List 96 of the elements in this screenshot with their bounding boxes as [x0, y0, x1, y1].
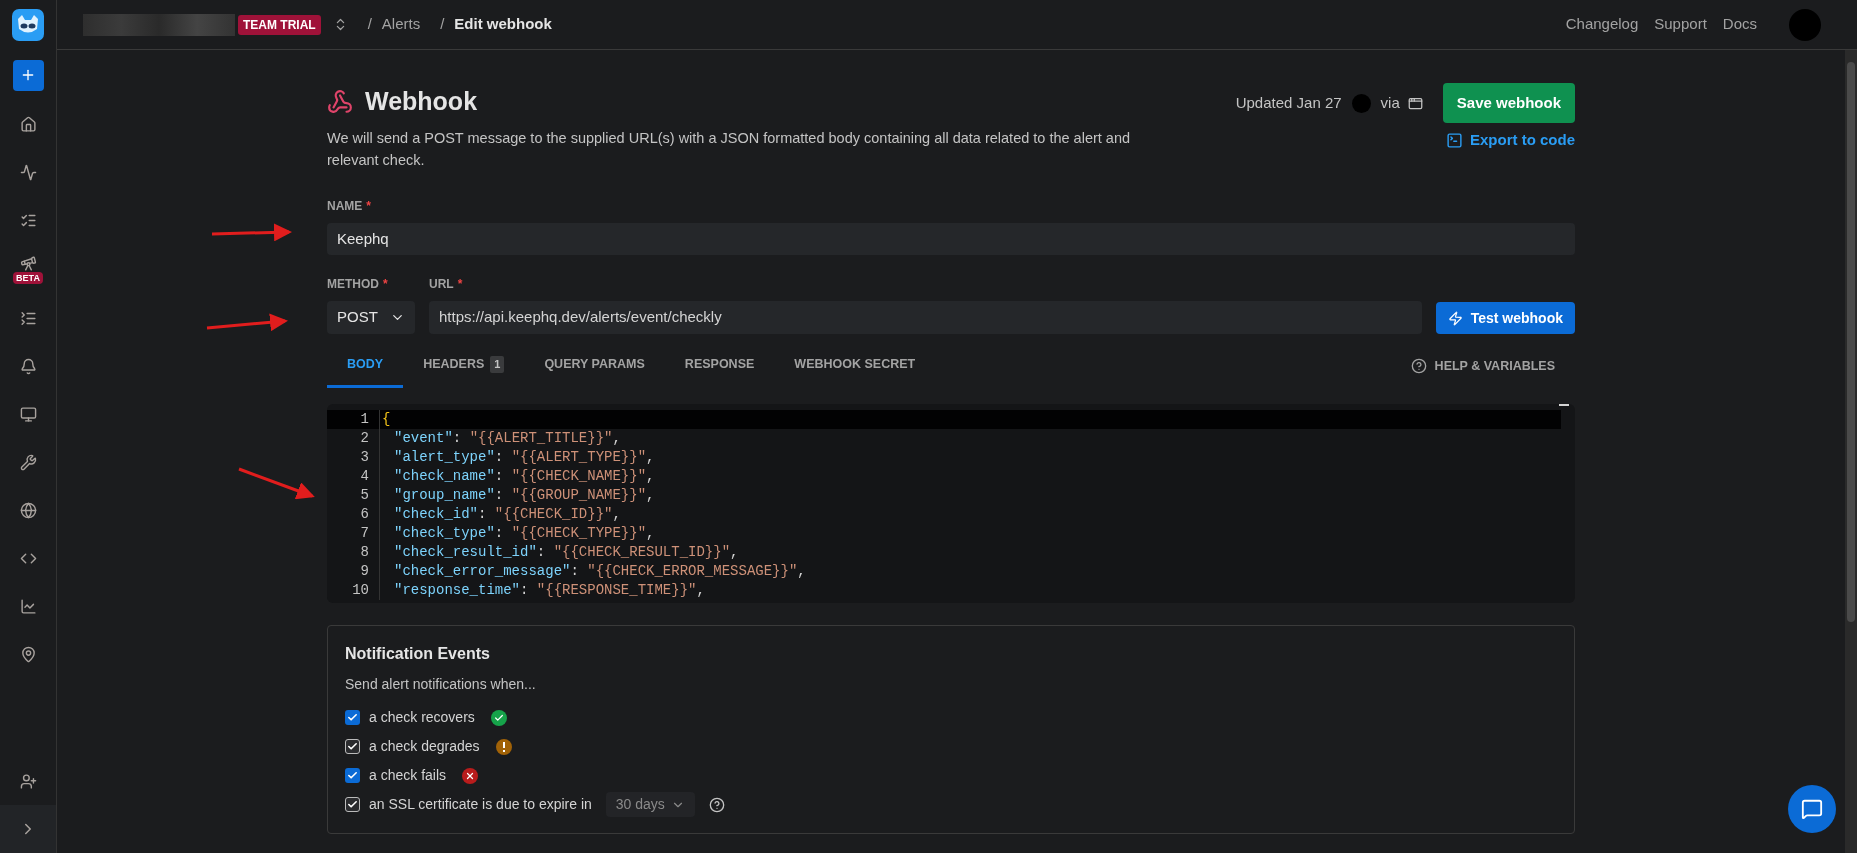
help-icon[interactable] — [708, 796, 725, 813]
export-link[interactable]: Export to code — [1446, 129, 1575, 152]
add-user-icon[interactable] — [19, 772, 37, 790]
check-icon — [347, 770, 358, 781]
line-number: 4 — [359, 467, 369, 486]
header-link[interactable]: Support — [1654, 13, 1707, 36]
monitor-icon[interactable] — [19, 405, 37, 423]
required-mark: * — [383, 276, 388, 293]
url-field[interactable]: https://api.keephq.dev/alerts/event/checkly — [429, 301, 1422, 334]
map-pin-icon[interactable] — [19, 645, 37, 663]
panel-subtitle: Send alert notifications when... — [345, 675, 537, 694]
webhook-icon — [327, 89, 353, 115]
field-label: NAME — [327, 198, 363, 215]
code-line: "check_name": "{{CHECK_NAME}}", — [394, 467, 655, 486]
browser-window-icon — [1407, 95, 1423, 111]
line-number: 1 — [359, 410, 369, 429]
field-label: URL — [429, 276, 454, 293]
help-link[interactable]: HELP & VARIABLES — [1410, 344, 1575, 388]
line-number: 10 — [351, 581, 369, 600]
tab[interactable]: HEADERS 1 — [403, 344, 525, 388]
line-number: 8 — [359, 543, 369, 562]
breadcrumb-separator: / — [367, 14, 372, 35]
breadcrumb-separator: / — [440, 14, 445, 35]
avatar — [1351, 93, 1371, 113]
header-link[interactable]: Changelog — [1565, 13, 1639, 36]
beta-badge: BETA — [13, 271, 43, 284]
code-editor[interactable] — [327, 404, 1575, 603]
tab[interactable]: QUERY PARAMS — [524, 344, 665, 388]
save-button[interactable]: Save webhook — [1442, 83, 1575, 123]
success-check-icon — [490, 709, 507, 726]
animal-logo[interactable] — [12, 9, 44, 41]
code-line: "check_id": "{{CHECK_ID}}", — [394, 505, 621, 524]
checkbox[interactable] — [345, 768, 360, 783]
code-line: "check_type": "{{CHECK_TYPE}}", — [394, 524, 655, 543]
checkbox-label: a check recovers — [369, 708, 475, 727]
create-button[interactable] — [12, 59, 44, 91]
home-icon[interactable] — [19, 115, 37, 133]
checkbox[interactable] — [345, 797, 360, 812]
warning-icon — [495, 738, 512, 755]
required-mark: * — [366, 198, 371, 215]
chat-button[interactable] — [1788, 785, 1836, 833]
check-icon — [347, 799, 358, 810]
list-icon[interactable] — [19, 309, 37, 327]
code-line: "check_result_id": "{{CHECK_RESULT_ID}}", — [394, 543, 739, 562]
error-x-icon — [462, 767, 479, 784]
help-icon — [1410, 358, 1427, 374]
field-label: METHOD — [327, 276, 379, 293]
breadcrumb-link[interactable]: Edit webhook — [454, 13, 552, 36]
updated-text: Updated Jan 27 — [1235, 92, 1342, 113]
name-field[interactable]: Keephq — [327, 223, 1575, 255]
line-number: 7 — [359, 524, 369, 543]
line-number: 5 — [359, 486, 369, 505]
required-mark: * — [457, 276, 463, 293]
chat-icon — [1801, 798, 1823, 820]
code-line: "group_name": "{{GROUP_NAME}}", — [394, 486, 655, 505]
checkbox-label: a check degrades — [369, 737, 480, 756]
checkbox-label: an SSL certificate is due to expire in — [369, 795, 592, 814]
plus-icon — [20, 67, 36, 83]
line-number: 6 — [359, 505, 369, 524]
telescope-icon[interactable] — [19, 254, 37, 272]
test-webhook-button[interactable]: Test webhook — [1435, 302, 1575, 334]
scrollbar-thumb[interactable] — [1847, 62, 1855, 622]
checkbox[interactable] — [345, 739, 360, 754]
tab[interactable]: RESPONSE — [664, 344, 775, 388]
checkbox[interactable] — [345, 710, 360, 725]
checkbox-label: a check fails — [369, 766, 447, 785]
wrench-icon[interactable] — [19, 453, 37, 471]
method-select[interactable]: POST — [327, 301, 415, 334]
terminal-icon — [1446, 131, 1463, 149]
plan-badge: TEAM TRIAL — [238, 14, 321, 35]
tab[interactable]: WEBHOOK SECRET — [774, 344, 936, 388]
tab[interactable]: BODY — [327, 344, 404, 388]
pulse-icon[interactable] — [19, 163, 37, 181]
count-badge: 1 — [490, 356, 505, 373]
line-number: 3 — [359, 448, 369, 467]
line-number: 2 — [359, 429, 369, 448]
globe-icon[interactable] — [19, 501, 37, 519]
code-line: "alert_type": "{{ALERT_TYPE}}", — [394, 448, 655, 467]
code-line: "check_error_message": "{{CHECK_ERROR_MESSAGE}}", — [394, 562, 806, 581]
code-line: { — [382, 410, 391, 429]
days-select[interactable]: 30 days — [605, 792, 695, 817]
lightning-icon — [1447, 310, 1463, 326]
breadcrumb-link[interactable]: Alerts — [381, 13, 421, 36]
via-text: via — [1380, 92, 1400, 113]
bell-icon[interactable] — [19, 357, 37, 375]
check-icon — [347, 741, 358, 752]
header-link[interactable]: Docs — [1722, 13, 1757, 36]
code-line: "response_time": "{{RESPONSE_TIME}}", — [394, 581, 705, 600]
panel-title: Notification Events — [345, 644, 491, 664]
line-chart-icon[interactable] — [19, 597, 37, 615]
code-line: "event": "{{ALERT_TITLE}}", — [394, 429, 621, 448]
scrollbar[interactable] — [1845, 50, 1857, 853]
line-number: 9 — [359, 562, 369, 581]
page-description: We will send a POST message to the supplied URL(s) with a JSON formatted body containing all data related to the alert and relevant check. — [327, 129, 1132, 170]
page-title: Webhook — [365, 86, 478, 118]
check-icon — [347, 712, 358, 723]
